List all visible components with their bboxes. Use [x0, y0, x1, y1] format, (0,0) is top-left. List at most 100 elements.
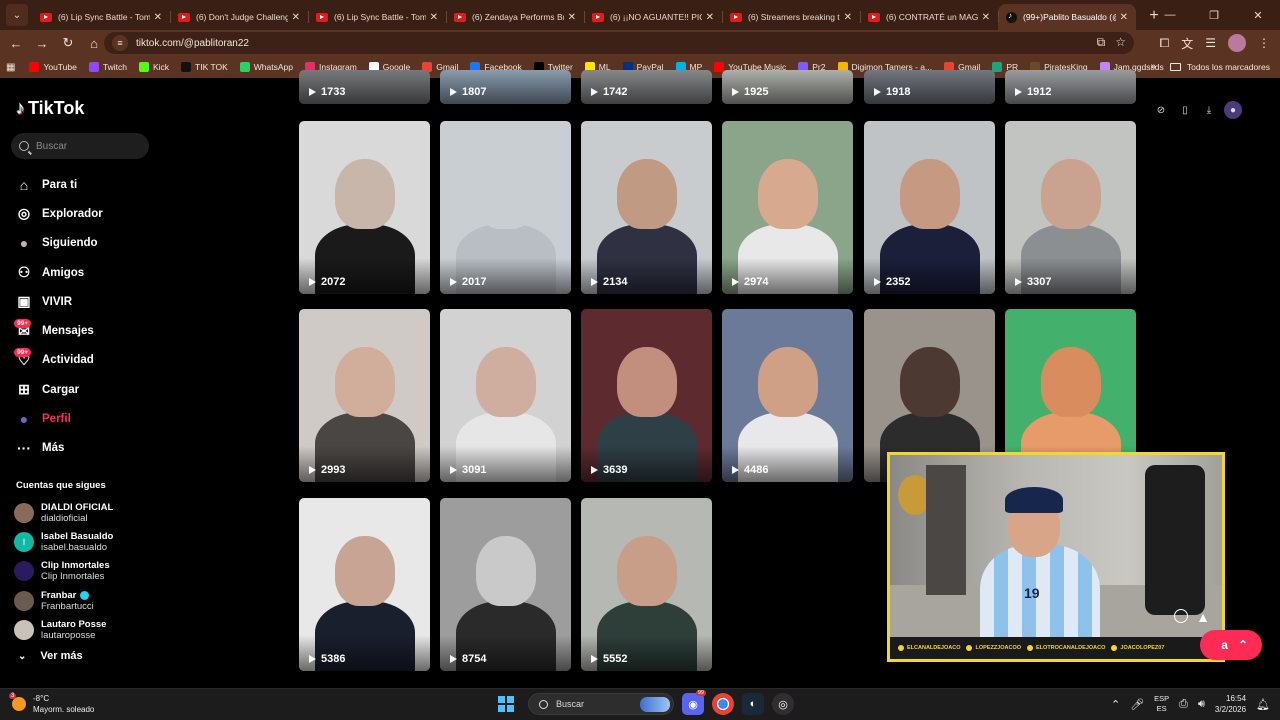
video-thumbnail[interactable]: 1912 [1005, 70, 1136, 104]
video-thumbnail[interactable]: 3307 [1005, 121, 1136, 294]
nav-item[interactable]: ♡ 99+ Actividad [14, 346, 103, 375]
download-icon[interactable]: ⤓ [1200, 101, 1218, 119]
close-window-button[interactable]: ✕ [1236, 0, 1280, 30]
steam-icon[interactable]: ◐ [742, 693, 764, 715]
bookmark-star-icon[interactable]: ☆ [1115, 35, 1126, 50]
video-thumbnail[interactable]: 3091 [440, 309, 571, 482]
install-app-icon[interactable]: ⧉ [1097, 35, 1106, 50]
close-tab-icon[interactable]: ✕ [706, 12, 714, 23]
video-thumbnail[interactable]: 3639 [581, 309, 712, 482]
bookmark-item[interactable]: Twitch [88, 62, 127, 72]
tab-search-button[interactable]: ⌄ [6, 4, 28, 26]
nav-item[interactable]: ◎ Explorador [14, 199, 103, 228]
more-bookmarks-icon[interactable]: » [1150, 61, 1156, 72]
embed-icon[interactable]: ⊘ [1152, 101, 1170, 119]
notifications-icon[interactable]: 🔔︎ [1256, 698, 1270, 711]
browser-tab[interactable]: (6) Streamers breaking th ✕ [722, 4, 860, 30]
browser-tab[interactable]: (6) Lip Sync Battle - Tom H ✕ [32, 4, 170, 30]
clock[interactable]: 16:54 3/2/2026 [1215, 693, 1246, 715]
profile-avatar-icon[interactable] [1228, 34, 1246, 52]
bookmark-item[interactable]: TIK TOK [181, 62, 228, 72]
device-icon[interactable]: ▯ [1176, 101, 1194, 119]
nav-item[interactable]: ● Siguiendo [14, 229, 103, 258]
video-thumbnail[interactable]: 8754 [440, 498, 571, 671]
video-thumbnail[interactable]: 2017 [440, 121, 571, 294]
scroll-to-top-button[interactable]: a ⌃ [1200, 630, 1262, 660]
site-info-icon[interactable]: ≡ [112, 35, 128, 51]
bookmark-item[interactable]: YouTube [29, 62, 77, 72]
video-thumbnail[interactable]: 1918 [864, 70, 995, 104]
tiktok-logo[interactable]: ♪ TikTok [16, 98, 84, 119]
chrome-icon[interactable] [712, 693, 734, 715]
reload-button[interactable]: ↻ [56, 31, 80, 55]
minimize-button[interactable]: — [1148, 0, 1192, 30]
close-tab-icon[interactable]: ✕ [982, 12, 990, 23]
bookmark-favicon-icon [29, 62, 40, 72]
followed-account[interactable]: Clip Inmortales Clip Inmortales [14, 557, 113, 586]
nav-item[interactable]: ⌂ Para ti [14, 170, 103, 199]
bookmark-item[interactable]: WhatsApp [239, 62, 293, 72]
video-thumbnail[interactable]: 1807 [440, 70, 571, 104]
video-thumbnail[interactable]: 4486 [722, 309, 853, 482]
video-thumbnail[interactable]: 2072 [299, 121, 430, 294]
close-tab-icon[interactable]: ✕ [292, 12, 300, 23]
browser-tab[interactable]: (6) Zendaya Performs Bru ✕ [446, 4, 584, 30]
youtube-icon [454, 12, 466, 22]
video-thumbnail[interactable]: 5386 [299, 498, 430, 671]
obs-icon[interactable]: ◎ [772, 693, 794, 715]
close-tab-icon[interactable]: ✕ [844, 12, 852, 23]
restore-button[interactable]: ❐ [1192, 0, 1236, 30]
video-thumbnail[interactable]: 2134 [581, 121, 712, 294]
language-indicator[interactable]: ESP ES [1154, 694, 1169, 714]
discord-icon[interactable]: ◉ 99 [682, 690, 706, 715]
apps-grid-icon[interactable]: ▦ [6, 62, 15, 73]
followed-account[interactable]: Lautaro Posse lautaroposse [14, 615, 113, 644]
bookmark-item[interactable]: Kick [138, 62, 169, 72]
taskbar-search[interactable]: Buscar [528, 693, 674, 715]
nav-item[interactable]: ⊞ Cargar [14, 375, 103, 404]
followed-account[interactable]: DIALDI OFICIAL dialdioficial [14, 498, 113, 527]
browser-tab[interactable]: (6) ¡¡NO AGUANTE!! PICA ✕ [584, 4, 722, 30]
browser-tab[interactable]: (6) Lip Sync Battle - Tom H ✕ [308, 4, 446, 30]
home-button[interactable]: ⌂ [82, 31, 106, 55]
nav-item[interactable]: ✉ 99+ Mensajes [14, 316, 103, 345]
all-bookmarks-folder[interactable]: Todos los marcadores [1169, 56, 1270, 78]
close-tab-icon[interactable]: ✕ [430, 12, 438, 23]
nav-item[interactable]: ··· Más [14, 434, 103, 463]
nav-item[interactable]: ● Perfil [14, 404, 103, 433]
browser-menu-icon[interactable]: ⋮ [1258, 36, 1270, 50]
url-field[interactable]: ≡ tiktok.com/@pablitoran22 ⧉ ☆ [104, 32, 1134, 54]
weather-widget[interactable]: 3 -8°C Mayorm. soleado [9, 693, 94, 715]
video-thumbnail[interactable]: 1733 [299, 70, 430, 104]
microphone-icon[interactable]: 🎤︎ [1130, 698, 1144, 711]
back-button[interactable]: ← [4, 31, 28, 55]
tab-list-icon[interactable]: ☰ [1205, 36, 1216, 50]
close-tab-icon[interactable]: ✕ [154, 12, 162, 23]
video-thumbnail[interactable]: 1742 [581, 70, 712, 104]
close-tab-icon[interactable]: ✕ [568, 12, 576, 23]
translate-icon[interactable]: 文 [1181, 35, 1193, 52]
video-thumbnail[interactable]: 1925 [722, 70, 853, 104]
windows-start-icon[interactable] [498, 696, 514, 712]
close-tab-icon[interactable]: ✕ [1120, 12, 1128, 23]
video-thumbnail[interactable]: 2974 [722, 121, 853, 294]
video-thumbnail[interactable]: 5552 [581, 498, 712, 671]
tray-overflow-icon[interactable]: ⌃ [1111, 698, 1120, 711]
video-thumbnail[interactable]: 2352 [864, 121, 995, 294]
account-handle: isabel.basualdo [41, 541, 108, 553]
user-avatar-icon[interactable]: ● [1224, 101, 1242, 119]
nav-item[interactable]: ▣ VIVIR [14, 287, 103, 316]
search-input[interactable]: Buscar [11, 133, 149, 159]
nav-item[interactable]: ⚇ Amigos [14, 258, 103, 287]
followed-account[interactable]: Franbar Franbartucci [14, 586, 113, 615]
forward-button[interactable]: → [30, 31, 54, 55]
network-icon[interactable]: ⎙ [1179, 698, 1188, 711]
see-more-button[interactable]: ⌄ Ver más [18, 650, 83, 662]
browser-tab[interactable]: (99+)Pablito Basualdo (@ ✕ [998, 4, 1136, 30]
browser-tab[interactable]: (6) CONTRATÉ un MAGO ✕ [860, 4, 998, 30]
extensions-icon[interactable]: ⧠ [1160, 36, 1170, 51]
video-thumbnail[interactable]: 2993 [299, 309, 430, 482]
volume-icon[interactable]: 🔊︎ [1198, 698, 1205, 711]
followed-account[interactable]: I Isabel Basualdo isabel.basualdo [14, 527, 113, 556]
browser-tab[interactable]: (6) Don't Judge Challenge ✕ [170, 4, 308, 30]
